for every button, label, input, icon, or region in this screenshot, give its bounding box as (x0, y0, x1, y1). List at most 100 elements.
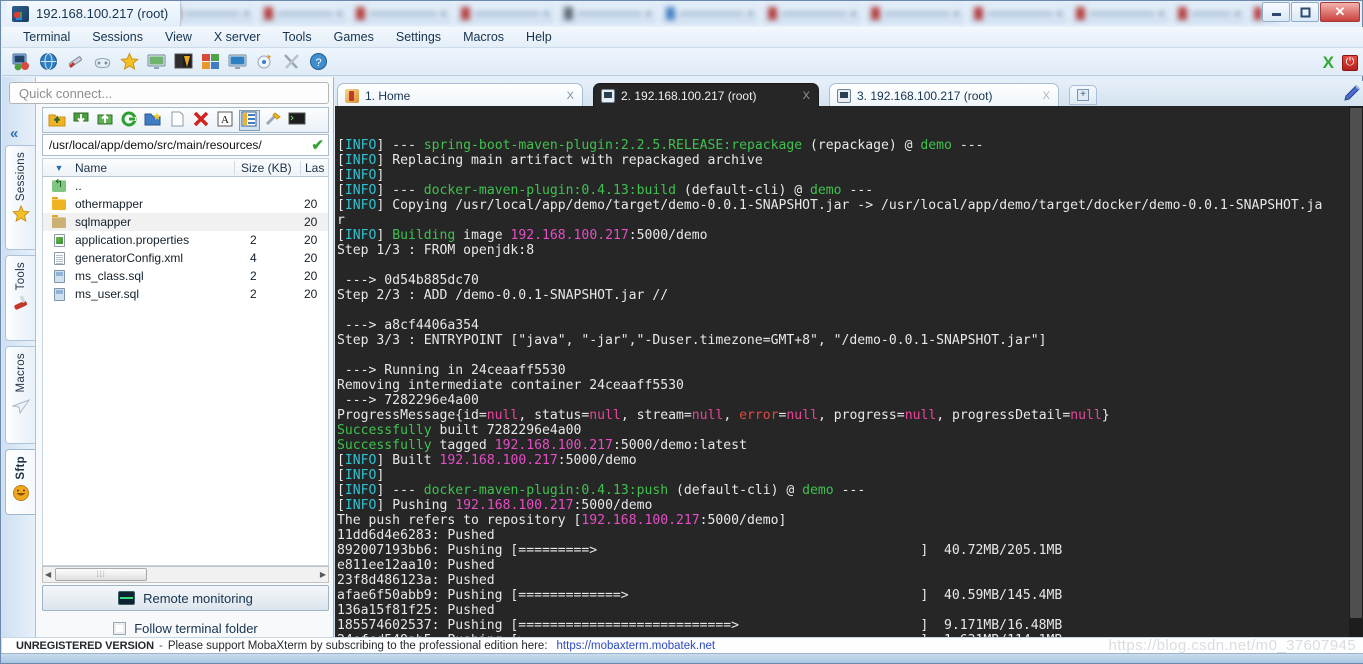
sftp-path-bar[interactable]: /usr/local/app/demo/src/main/resources/ … (42, 134, 329, 156)
list-view-icon[interactable] (239, 109, 260, 131)
terminal-line: [INFO] --- docker-maven-plugin:0.4.13:pu… (337, 483, 866, 498)
terminal-line: [INFO] Copying /usr/local/app/demo/targe… (337, 198, 1323, 213)
terminal-line: ---> 0d54b885dc70 (337, 273, 479, 288)
sidebar-item-label: Macros (14, 353, 27, 393)
menu-item-tools[interactable]: Tools (271, 28, 322, 46)
scrollbar-thumb[interactable] (1350, 108, 1362, 618)
horizontal-scrollbar[interactable]: ◀ ⦙⦙⦙ ▶ (42, 566, 329, 583)
terminal-line: [INFO] --- docker-maven-plugin:0.4.13:bu… (337, 183, 874, 198)
sidebar-item-sessions[interactable]: Sessions (5, 145, 35, 250)
mobatek-link[interactable]: https://mobaxterm.mobatek.net (557, 640, 716, 652)
packages-icon[interactable] (201, 52, 220, 71)
menu-item-terminal[interactable]: Terminal (12, 28, 81, 46)
sql-file-icon (43, 269, 75, 283)
menu-item-view[interactable]: View (154, 28, 203, 46)
menu-item-x-server[interactable]: X server (203, 28, 272, 46)
menu-item-macros[interactable]: Macros (452, 28, 515, 46)
list-item[interactable]: ms_class.sql 2 20 (43, 267, 328, 285)
follow-terminal-folder-row[interactable]: Follow terminal folder (42, 617, 329, 639)
x-server-icon[interactable] (174, 52, 193, 71)
collapse-sidebar-button[interactable]: « (10, 125, 18, 142)
list-item[interactable]: sqlmapper 20 (43, 213, 328, 231)
tab-1-home[interactable]: 1. Home X (337, 83, 583, 107)
menu-item-sessions[interactable]: Sessions (81, 28, 154, 46)
menu-item-help[interactable]: Help (515, 28, 563, 46)
follow-terminal-folder-checkbox[interactable] (113, 621, 127, 635)
upload-folder-icon[interactable] (48, 111, 67, 130)
file-name: .. (75, 179, 82, 193)
terminal-line: 136a15f81f25: Pushed (337, 603, 495, 618)
sidebar-item-sftp[interactable]: Sftp (5, 449, 35, 515)
tools-icon[interactable] (282, 52, 301, 71)
new-folder-icon[interactable] (144, 111, 163, 130)
scrollbar-thumb[interactable]: ⦙⦙⦙ (55, 568, 148, 581)
file-size: 2 (250, 233, 257, 247)
list-item[interactable]: .. (43, 177, 328, 195)
quick-connect-input[interactable]: Quick connect... (9, 82, 329, 104)
permissions-icon[interactable] (264, 111, 283, 130)
split-view-icon[interactable] (147, 52, 166, 71)
terminal-scrollbar[interactable] (1349, 106, 1363, 639)
tab-3-192-168-100-217-root[interactable]: 3. 192.168.100.217 (root) X (829, 83, 1059, 107)
terminal-output[interactable]: [INFO] --- spring-boot-maven-plugin:2.2.… (335, 106, 1363, 639)
file-name: generatorConfig.xml (75, 251, 184, 265)
open-terminal-icon[interactable] (288, 111, 307, 130)
column-header-name[interactable]: Name (75, 161, 234, 175)
scroll-left-arrow-icon[interactable]: ◀ (45, 570, 51, 579)
download-icon[interactable] (72, 111, 91, 130)
sidebar-item-macros[interactable]: Macros (5, 346, 35, 444)
close-icon[interactable]: X (1043, 90, 1050, 102)
green-x-icon[interactable]: X (1323, 54, 1334, 71)
minimize-button[interactable] (1262, 2, 1290, 22)
column-header-size[interactable]: Size (KB) (234, 160, 300, 175)
terminal-line: Step 3/3 : ENTRYPOINT ["java", "-jar","-… (337, 333, 1047, 348)
sidebar-item-tools[interactable]: Tools (5, 255, 35, 341)
delete-icon[interactable] (192, 111, 211, 130)
menu-item-settings[interactable]: Settings (385, 28, 452, 46)
green-check-icon[interactable]: ✔ (311, 136, 324, 154)
help-icon[interactable]: ? (309, 52, 328, 71)
refresh-icon[interactable] (120, 111, 139, 130)
upload-icon[interactable] (96, 111, 115, 130)
settings-disc-icon[interactable] (255, 52, 274, 71)
window-title-tab[interactable]: 192.168.100.217 (root) (7, 1, 182, 26)
list-item[interactable]: othermapper 20 (43, 195, 328, 213)
remote-monitor-icon[interactable] (228, 52, 247, 71)
multi-exec-icon[interactable] (66, 52, 85, 71)
list-item[interactable]: application.properties 2 20 (43, 231, 328, 249)
close-icon[interactable]: X (803, 90, 810, 102)
remote-monitoring-button[interactable]: Remote monitoring (42, 585, 329, 611)
terminal-line: The push refers to repository [192.168.1… (337, 513, 787, 528)
paperclip-icon[interactable] (1343, 84, 1361, 102)
terminal-line: ProgressMessage{id=null, status=null, st… (337, 408, 1110, 423)
terminal-line: Successfully tagged 192.168.100.217:5000… (337, 438, 747, 453)
games-icon[interactable] (93, 52, 112, 71)
list-item[interactable]: generatorConfig.xml 4 20 (43, 249, 328, 267)
new-session-icon[interactable] (12, 52, 31, 71)
red-power-icon[interactable]: ⏻ (1342, 54, 1358, 71)
tab-2-192-168-100-217-root[interactable]: 2. 192.168.100.217 (root) X (593, 83, 819, 107)
file-name: sqlmapper (75, 215, 132, 229)
left-vertical-tabstrip: « Sessions Tools Macros Sftp (2, 77, 36, 639)
menu-item-games[interactable]: Games (323, 28, 385, 46)
status-message: Please support MobaXterm by subscribing … (167, 639, 548, 652)
favorites-star-icon[interactable] (120, 52, 139, 71)
globe-icon[interactable] (39, 52, 58, 71)
terminal-line: r (337, 213, 345, 228)
column-header-last[interactable]: Las (300, 160, 328, 175)
list-item[interactable]: ms_user.sql 2 20 (43, 285, 328, 303)
terminal-line: [INFO] Built 192.168.100.217:5000/demo (337, 453, 637, 468)
new-file-icon[interactable] (168, 111, 187, 130)
scroll-right-arrow-icon[interactable]: ▶ (320, 570, 326, 579)
new-tab-button[interactable]: + (1069, 85, 1097, 105)
maximize-button[interactable] (1291, 2, 1319, 22)
sort-indicator-icon[interactable]: ▼ (43, 163, 75, 173)
close-button[interactable]: ✕ (1320, 2, 1360, 22)
close-icon[interactable]: X (567, 90, 574, 102)
file-table-body: .. othermapper 20 sqlmapper 20 (42, 177, 329, 566)
file-name: application.properties (75, 233, 190, 247)
file-size: 4 (250, 251, 257, 265)
text-mode-icon[interactable]: A (216, 111, 235, 130)
paper-plane-icon (10, 397, 30, 415)
